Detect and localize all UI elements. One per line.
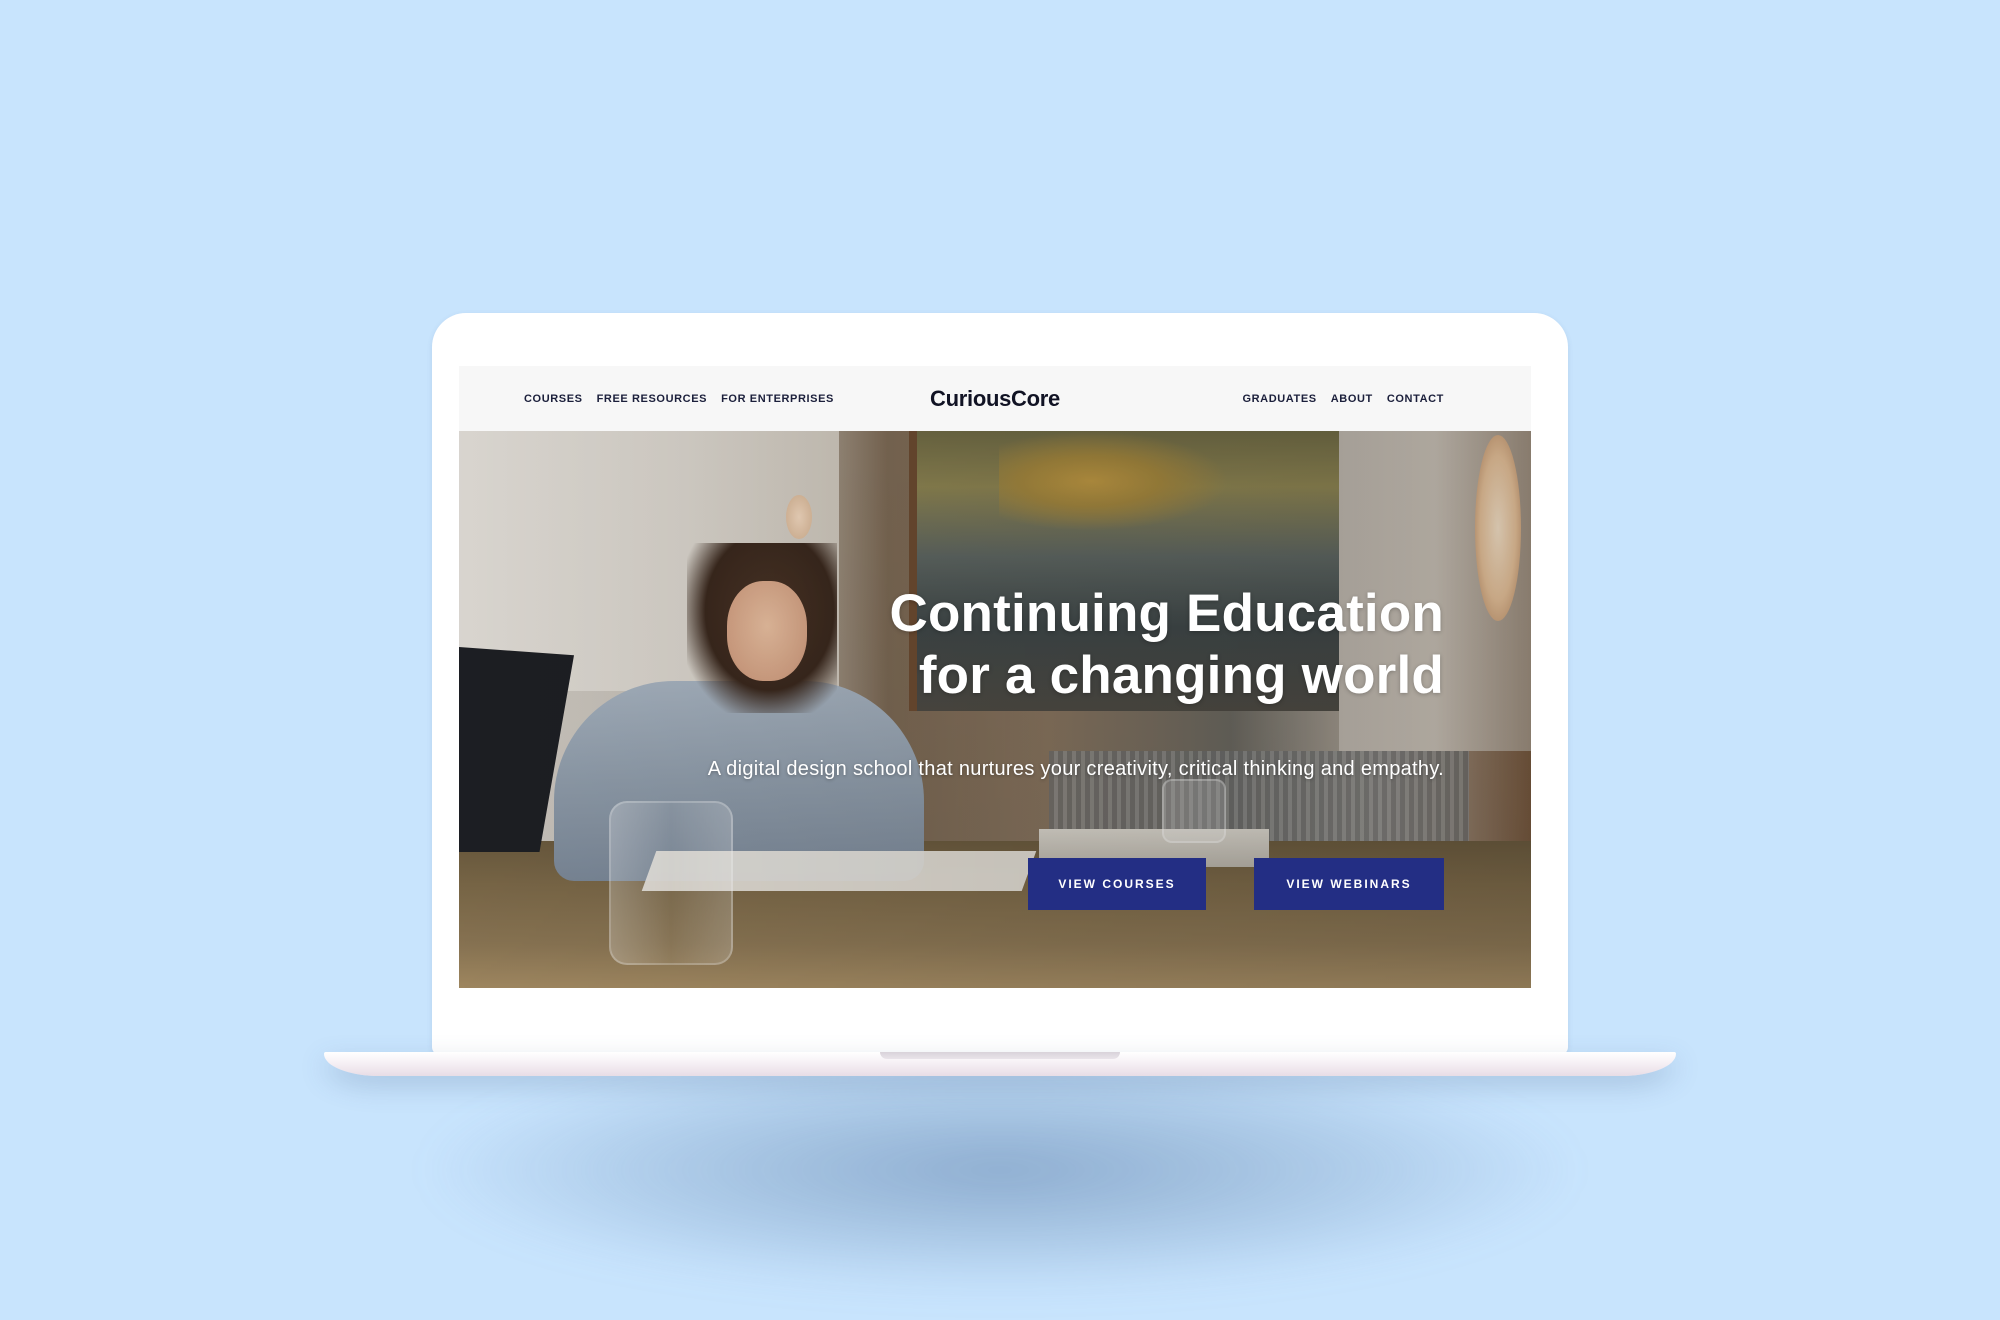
laptop-shadow — [430, 1050, 1570, 1290]
view-webinars-button[interactable]: VIEW WEBINARS — [1254, 858, 1444, 910]
hero-title-line-1: Continuing Education — [889, 584, 1444, 643]
hero-title: Continuing Education for a changing worl… — [684, 583, 1444, 707]
nav-link-graduates[interactable]: GRADUATES — [1242, 393, 1316, 405]
nav-link-about[interactable]: ABOUT — [1331, 393, 1373, 405]
nav-link-contact[interactable]: CONTACT — [1387, 393, 1444, 405]
laptop-notch — [880, 1052, 1120, 1059]
nav-link-free-resources[interactable]: FREE RESOURCES — [597, 393, 707, 405]
top-navigation: COURSES FREE RESOURCES FOR ENTERPRISES C… — [459, 366, 1531, 431]
hero-title-line-2: for a changing world — [918, 646, 1444, 705]
nav-link-courses[interactable]: COURSES — [524, 393, 583, 405]
nav-right-group: GRADUATES ABOUT CONTACT — [1242, 366, 1444, 431]
view-courses-button[interactable]: VIEW COURSES — [1028, 858, 1206, 910]
website-screen: COURSES FREE RESOURCES FOR ENTERPRISES C… — [459, 366, 1531, 988]
nav-link-for-enterprises[interactable]: FOR ENTERPRISES — [721, 393, 834, 405]
site-logo[interactable]: CuriousCore — [930, 386, 1060, 411]
nav-left-group: COURSES FREE RESOURCES FOR ENTERPRISES — [524, 366, 834, 431]
hero-subtitle: A digital design school that nurtures yo… — [707, 758, 1444, 780]
hero-section: Continuing Education for a changing worl… — [459, 431, 1531, 988]
